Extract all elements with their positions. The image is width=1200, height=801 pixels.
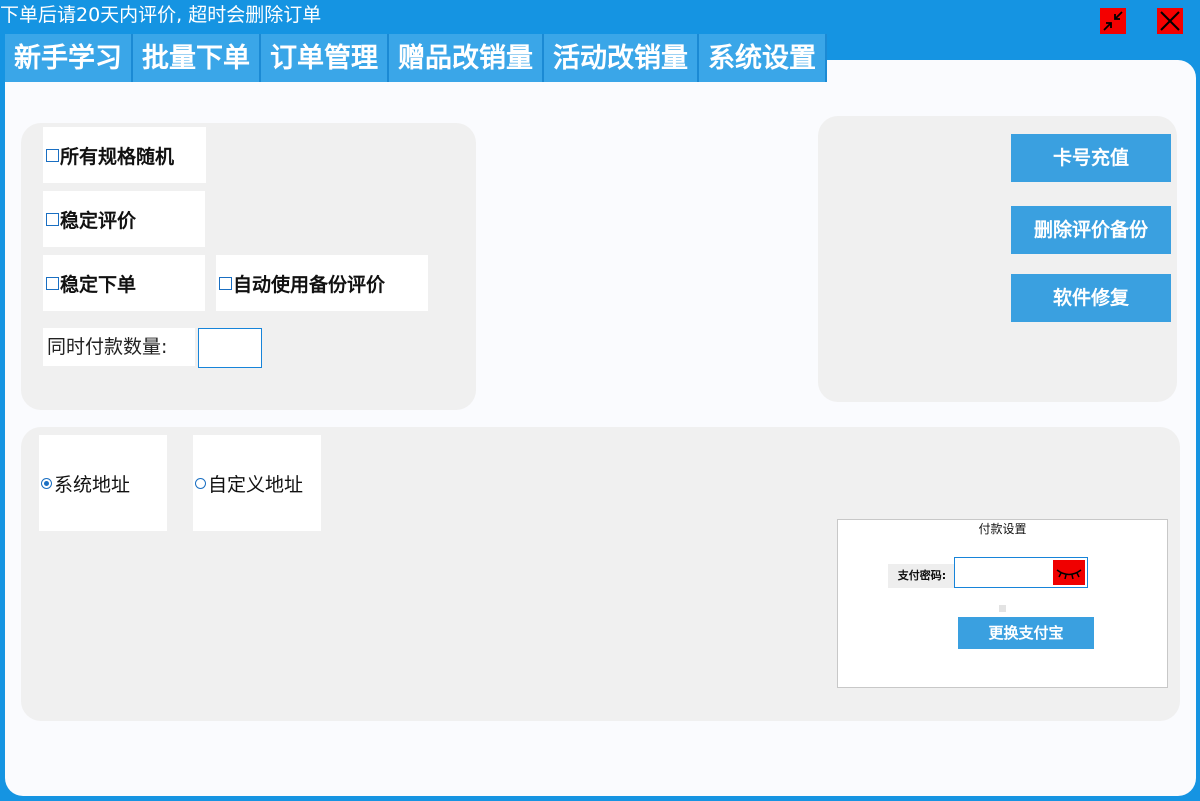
option-system-address[interactable]: 系统地址	[39, 435, 167, 531]
auto-backup-review-checkbox[interactable]	[219, 276, 232, 290]
tab-gift-sales[interactable]: 赠品改销量	[389, 34, 544, 82]
custom-address-label: 自定义地址	[208, 473, 304, 496]
toggle-password-visibility-button[interactable]	[1053, 560, 1085, 585]
close-button[interactable]	[1157, 8, 1183, 34]
change-alipay-button[interactable]: 更换支付宝	[958, 617, 1094, 649]
option-auto-backup-review[interactable]: 自动使用备份评价	[216, 255, 428, 311]
concurrent-pay-input[interactable]	[198, 328, 262, 368]
option-random-spec[interactable]: 所有规格随机	[43, 127, 206, 183]
tab-activity-sales[interactable]: 活动改销量	[544, 34, 699, 82]
payment-settings-legend-text: 付款设置	[975, 522, 1030, 536]
stable-review-checkbox[interactable]	[46, 212, 59, 226]
tab-bar: 新手学习 批量下单 订单管理 赠品改销量 活动改销量 系统设置	[5, 34, 827, 82]
concurrent-pay-label: 同时付款数量:	[43, 328, 195, 366]
system-address-label: 系统地址	[54, 473, 131, 496]
remember-password-checkbox[interactable]	[999, 605, 1006, 612]
payment-settings-group: 付款设置 支付密码: 更换支付宝	[837, 519, 1168, 688]
option-custom-address[interactable]: 自定义地址	[193, 435, 321, 531]
random-spec-checkbox[interactable]	[46, 148, 59, 162]
stable-order-label: 稳定下单	[60, 273, 137, 296]
tab-system-settings[interactable]: 系统设置	[699, 34, 827, 82]
tab-beginner[interactable]: 新手学习	[5, 34, 133, 82]
shrink-arrows-icon	[1103, 11, 1123, 31]
stable-review-label: 稳定评价	[60, 209, 137, 232]
auto-backup-review-label: 自动使用备份评价	[233, 273, 386, 296]
option-stable-review[interactable]: 稳定评价	[43, 191, 205, 247]
minimize-button[interactable]	[1100, 8, 1126, 34]
close-x-icon	[1160, 11, 1180, 31]
stable-order-checkbox[interactable]	[46, 276, 59, 290]
title-text: 下单后请20天内评价, 超时会删除订单	[0, 4, 322, 26]
option-stable-order[interactable]: 稳定下单	[43, 255, 205, 311]
eye-closed-icon	[1056, 569, 1082, 580]
tab-batch-order[interactable]: 批量下单	[133, 34, 261, 82]
pay-password-input[interactable]	[954, 557, 1088, 588]
tab-order-management[interactable]: 订单管理	[261, 34, 389, 82]
payment-settings-legend: 付款设置	[838, 520, 1167, 538]
repair-button[interactable]: 软件修复	[1011, 274, 1171, 322]
delete-backup-button[interactable]: 删除评价备份	[1011, 206, 1171, 254]
custom-address-radio[interactable]	[195, 477, 206, 489]
system-address-radio[interactable]	[41, 477, 52, 489]
pay-password-label: 支付密码:	[888, 564, 956, 588]
random-spec-label: 所有规格随机	[60, 145, 175, 168]
recharge-button[interactable]: 卡号充值	[1011, 134, 1171, 182]
